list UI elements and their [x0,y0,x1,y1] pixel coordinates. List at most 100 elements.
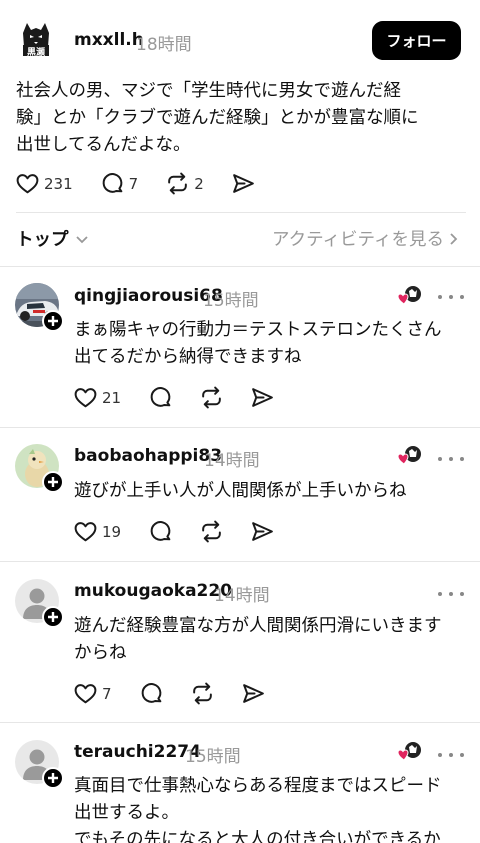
repost-count: 2 [194,174,204,193]
more-dot [449,753,453,757]
avatar-logo-text: 黒瀬 [26,48,45,58]
reply-avatar[interactable] [15,740,64,789]
comment-bubble-icon [102,173,122,193]
plus-icon [48,612,58,622]
follow-plus-badge[interactable] [42,310,64,332]
activity-label: アクティビティを見る [271,230,444,250]
author-liked-badge [397,741,423,763]
repost-button[interactable] [199,519,224,544]
reply-avatar[interactable] [15,444,64,493]
divider [16,212,466,213]
post-username[interactable]: mxxll.h [74,30,144,50]
repost-button[interactable]: 2 [165,171,204,196]
more-dot [449,295,453,299]
repost-button[interactable] [199,385,224,410]
liked-by-author-icon [397,742,421,761]
divider [0,722,480,723]
chevron-down-icon [75,235,88,243]
heart-icon [74,684,97,704]
more-options-button[interactable] [438,454,464,464]
more-dot [449,592,453,596]
more-dot [449,457,453,461]
share-button[interactable] [250,519,275,544]
more-dot [438,295,442,299]
follow-button[interactable]: フォロー [372,21,461,60]
comment-button[interactable] [148,519,173,544]
share-button[interactable] [250,385,275,410]
comment-button[interactable] [139,681,164,706]
plus-icon [48,316,58,326]
send-icon [252,522,273,541]
repost-icon [192,682,212,705]
reply-time: 15時間 [185,747,241,767]
comment-button[interactable]: 7 [100,171,139,196]
sort-dropdown[interactable]: トップ [16,226,89,251]
more-options-button[interactable] [438,750,464,760]
share-button[interactable] [231,171,256,196]
reply-body: 真面目で仕事熱心ならある程度まではスピード 出世するよ。 でもその先になると大人… [74,776,442,843]
divider [0,266,480,267]
sort-label: トップ [16,230,69,250]
plus-icon [48,477,58,487]
chevron-right-icon [450,232,458,245]
comment-button[interactable] [148,385,173,410]
share-button[interactable] [241,681,266,706]
reply-actions: 21 [73,385,275,410]
reply-username[interactable]: baobaohappi83 [74,446,222,466]
more-dot [438,457,442,461]
view-activity-link[interactable]: アクティビティを見る [272,226,460,251]
comment-bubble-icon [141,683,161,703]
more-dot [438,592,442,596]
send-icon [232,174,254,193]
more-dot [438,753,442,757]
liked-by-author-icon [397,446,421,465]
reply-time: 15時間 [203,291,259,311]
reply-username[interactable]: qingjiaorousi68 [74,286,223,306]
author-liked-badge [397,285,423,307]
reply-actions: 7 [73,681,266,706]
like-button[interactable]: 7 [73,681,112,706]
follow-plus-badge[interactable] [42,606,64,628]
reply-username[interactable]: terauchi2274 [74,742,201,762]
reply-actions: 19 [73,519,275,544]
post-time: 18時間 [136,35,192,55]
send-icon [252,388,273,407]
reply-body: 遊びが上手い人が人間関係が上手いからね [74,481,407,501]
post-avatar[interactable]: 黒瀬 [14,17,58,61]
heart-icon [74,388,97,408]
reply-avatar[interactable] [15,579,64,628]
like-button[interactable]: 21 [73,385,121,410]
repost-button[interactable] [190,681,215,706]
more-dot [460,592,464,596]
comment-bubble-icon [150,387,171,407]
reply-body: 遊んだ経験豊富な方が人間関係円滑にいきます からね [74,616,442,663]
like-button[interactable]: 231 [15,171,73,196]
liked-by-author-icon [397,286,421,305]
divider [0,427,480,428]
plus-icon [48,773,58,783]
reply-avatar[interactable] [15,283,64,332]
more-dot [460,295,464,299]
more-dot [460,457,464,461]
divider [0,561,480,562]
like-button[interactable]: 19 [73,519,121,544]
comment-count: 7 [128,174,139,193]
post-actions: 231 7 2 [15,171,256,196]
repost-icon [168,172,188,195]
heart-icon [16,174,39,194]
post-body: 社会人の男、マジで「学生時代に男女で遊んだ経 験」とか「クラブで遊んだ経験」とか… [16,81,419,155]
like-count: 231 [44,174,73,193]
like-count: 7 [102,684,112,703]
more-options-button[interactable] [438,589,464,599]
reply-username[interactable]: mukougaoka220 [74,581,232,601]
follow-plus-badge[interactable] [42,767,64,789]
send-icon [242,684,264,703]
repost-icon [202,386,221,409]
reply-time: 14時間 [214,586,270,606]
more-options-button[interactable] [438,292,464,302]
heart-icon [74,522,97,542]
repost-icon [202,520,221,543]
follow-plus-badge[interactable] [42,471,64,493]
like-count: 19 [102,522,122,541]
reply-body: まぁ陽キャの行動力＝テストステロンたくさん 出てるだから納得できますね [74,320,442,367]
